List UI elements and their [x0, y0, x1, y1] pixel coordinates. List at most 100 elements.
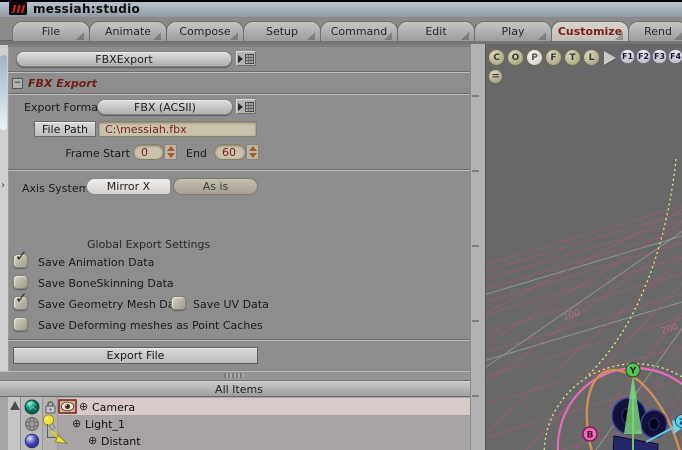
- b-handle-label: B: [587, 431, 594, 441]
- preset-selector-label: FBXExport: [95, 52, 153, 66]
- export-format-label: Export Format: [24, 101, 103, 114]
- panel-top-strip: [8, 44, 470, 47]
- item-name-camera[interactable]: Camera: [92, 401, 135, 414]
- checkbox-label: Save UV Data: [193, 298, 269, 311]
- tab-play[interactable]: Play: [474, 21, 552, 41]
- checkbox-save-boneskinning[interactable]: [13, 275, 28, 289]
- item-name-light[interactable]: Light_1: [85, 418, 125, 431]
- frame-start-label: Frame Start: [65, 147, 130, 160]
- camera-eye-icon[interactable]: [58, 399, 77, 414]
- view-button-t[interactable]: T: [564, 49, 581, 66]
- frame-button-label: F2: [637, 52, 650, 61]
- expand-icon[interactable]: ⊕: [72, 418, 81, 429]
- gem-sphere-icon[interactable]: [24, 399, 40, 415]
- frame-button-label: F4: [669, 52, 682, 61]
- checkbox-save-deforming[interactable]: [13, 317, 28, 331]
- tab-label: Setup: [265, 25, 299, 38]
- tab-label: Play: [501, 25, 525, 38]
- viewport-menu-button[interactable]: =: [488, 69, 503, 84]
- tab-file[interactable]: File: [12, 21, 90, 41]
- tab-setup[interactable]: Setup: [243, 21, 321, 41]
- tab-edit[interactable]: Edit: [397, 21, 475, 41]
- panel-scrollbar[interactable]: [470, 44, 486, 450]
- tab-render[interactable]: Rend: [628, 21, 682, 41]
- item-name-distant[interactable]: Distant: [101, 435, 141, 448]
- frame-end-stepper[interactable]: [246, 144, 259, 160]
- frame-start-value: 0: [141, 145, 148, 159]
- lock-icon[interactable]: [44, 400, 57, 414]
- checkbox-save-geometry-mesh[interactable]: [13, 296, 28, 310]
- file-path-input[interactable]: C:\messiah.fbx: [98, 121, 257, 137]
- file-path-button-label: File Path: [41, 122, 89, 136]
- tab-command[interactable]: Command: [320, 21, 398, 41]
- viewport-3d[interactable]: 100 200 Y B C O P F T L = F1 F2 F3 F4: [486, 44, 682, 450]
- play-icon[interactable]: [604, 51, 616, 65]
- checkbox-save-animation[interactable]: [13, 254, 28, 268]
- frame-end-input[interactable]: 60: [214, 144, 246, 160]
- stepper-down-icon[interactable]: [248, 153, 257, 158]
- preset-menu-button[interactable]: [236, 51, 256, 66]
- view-button-f[interactable]: F: [545, 49, 562, 66]
- light-arrow-icon[interactable]: [50, 430, 69, 447]
- section-title: FBX Export: [28, 77, 97, 90]
- view-button-l[interactable]: L: [583, 49, 600, 66]
- divider: [8, 339, 470, 341]
- view-button-label: F: [550, 52, 557, 63]
- axis-mirror-x-button[interactable]: Mirror X: [86, 178, 171, 195]
- viewport-menu-glyph: =: [491, 71, 500, 82]
- view-button-p[interactable]: P: [526, 49, 543, 66]
- expand-icon[interactable]: ⊕: [79, 401, 88, 412]
- checkbox-save-uv[interactable]: [171, 296, 186, 310]
- axis-option-label: As is: [202, 180, 229, 193]
- stepper-up-icon[interactable]: [166, 146, 175, 151]
- frame-end-label: End: [186, 147, 207, 160]
- chevron-icon: ›: [1, 180, 5, 191]
- expand-icon[interactable]: ⊕: [88, 435, 97, 446]
- frame-start-stepper[interactable]: [164, 144, 177, 160]
- blue-sphere-icon[interactable]: [24, 433, 40, 449]
- checkbox-label: Save Animation Data: [38, 256, 155, 269]
- grid-label-100: 100: [562, 308, 582, 323]
- tab-label: Customize: [557, 25, 623, 38]
- preset-selector-button[interactable]: FBXExport: [16, 51, 232, 67]
- scrollbar-notch: [472, 245, 479, 247]
- axis-as-is-button[interactable]: As is: [173, 178, 258, 195]
- tab-compose[interactable]: Compose: [166, 21, 244, 41]
- frame-button-f2[interactable]: F2: [636, 49, 651, 64]
- wireframe-sphere-icon[interactable]: [24, 416, 40, 432]
- export-file-button[interactable]: Export File: [13, 347, 258, 364]
- scrollbar-notch: [472, 320, 479, 322]
- global-settings-title: Global Export Settings: [87, 238, 211, 251]
- stepper-down-icon[interactable]: [166, 153, 175, 158]
- export-format-dropdown[interactable]: FBX (ACSII): [97, 99, 233, 115]
- splitter-grip-icon[interactable]: [224, 373, 244, 378]
- frame-end-value: 60: [222, 145, 236, 159]
- view-button-o[interactable]: O: [507, 49, 524, 66]
- y-axis-label: Y: [629, 367, 637, 377]
- scroll-up-icon[interactable]: [10, 401, 20, 410]
- view-button-c[interactable]: C: [488, 49, 505, 66]
- messiah-studio-window: › messiah:studio File Animate Compose Se…: [0, 0, 682, 450]
- file-path-value: C:\messiah.fbx: [105, 122, 187, 136]
- frame-start-input[interactable]: 0: [133, 144, 164, 160]
- item-list-header[interactable]: All Items: [0, 381, 478, 397]
- divider: [8, 93, 470, 95]
- frame-button-label: F1: [621, 52, 634, 61]
- tab-label: File: [41, 25, 61, 38]
- stepper-up-icon[interactable]: [248, 146, 257, 151]
- tab-animate[interactable]: Animate: [89, 21, 167, 41]
- tab-customize[interactable]: Customize: [551, 21, 629, 41]
- scrollbar-notch: [472, 95, 479, 97]
- frame-button-f3[interactable]: F3: [652, 49, 667, 64]
- file-path-button[interactable]: File Path: [34, 121, 96, 137]
- frame-button-f1[interactable]: F1: [620, 49, 635, 64]
- frame-button-f4[interactable]: F4: [668, 49, 682, 64]
- export-format-menu-button[interactable]: [236, 99, 256, 114]
- view-button-label: P: [531, 52, 538, 63]
- view-button-label: C: [493, 52, 500, 63]
- collapse-section-button[interactable]: −: [12, 78, 23, 89]
- checkbox-label: Save BoneSkinning Data: [38, 277, 174, 290]
- rotation-gizmo[interactable]: Y Z B: [521, 158, 682, 450]
- perspective-grid: 100 200: [486, 194, 682, 450]
- view-button-label: L: [588, 52, 595, 63]
